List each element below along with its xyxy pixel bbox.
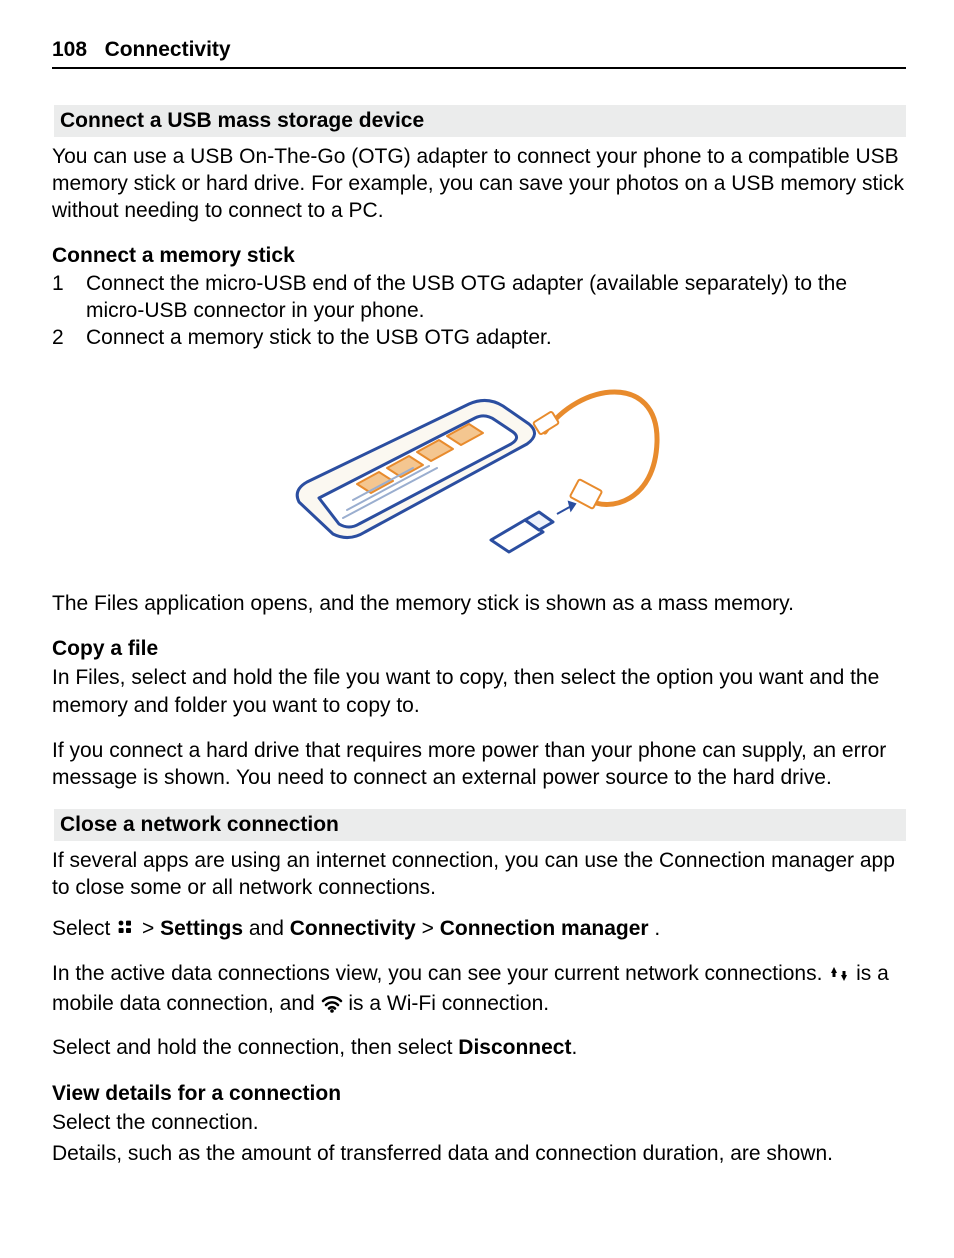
navigation-path: Select > Settings and Connectivity > Con… xyxy=(52,915,906,945)
paragraph: Details, such as the amount of transferr… xyxy=(52,1140,906,1167)
step-list: 1 Connect the micro-USB end of the USB O… xyxy=(52,270,906,352)
manual-page: 108 Connectivity Connect a USB mass stor… xyxy=(0,0,954,1258)
text: > xyxy=(142,917,160,940)
section-title-usb: Connect a USB mass storage device xyxy=(52,105,906,136)
phone-otg-illustration xyxy=(279,362,679,582)
paragraph: Select the connection. xyxy=(52,1109,906,1136)
kw-disconnect: Disconnect xyxy=(458,1036,571,1059)
step-number: 1 xyxy=(52,270,86,297)
paragraph: You can use a USB On-The-Go (OTG) adapte… xyxy=(52,143,906,225)
step-item: 1 Connect the micro-USB end of the USB O… xyxy=(52,270,906,325)
kw-connectivity: Connectivity xyxy=(290,917,416,940)
text: . xyxy=(571,1036,577,1059)
wifi-icon xyxy=(321,993,343,1020)
step-number: 2 xyxy=(52,324,86,351)
mobile-data-icon xyxy=(828,963,850,990)
text: > xyxy=(422,917,440,940)
text: In the active data connections view, you… xyxy=(52,962,828,985)
paragraph: If several apps are using an internet co… xyxy=(52,847,906,902)
step-text: Connect the micro-USB end of the USB OTG… xyxy=(86,270,906,325)
text: Select xyxy=(52,917,116,940)
text: Select and hold the connection, then sel… xyxy=(52,1036,458,1059)
paragraph: If you connect a hard drive that require… xyxy=(52,737,906,792)
subheading-copy-file: Copy a file xyxy=(52,635,906,662)
text: is a Wi-Fi connection. xyxy=(348,992,549,1015)
kw-connection-manager: Connection manager xyxy=(440,917,649,940)
chapter-title: Connectivity xyxy=(105,38,231,61)
illustration-otg xyxy=(52,362,906,582)
subheading-memory-stick: Connect a memory stick xyxy=(52,242,906,269)
running-header: 108 Connectivity xyxy=(52,36,906,69)
step-text: Connect a memory stick to the USB OTG ad… xyxy=(86,324,552,351)
paragraph: In the active data connections view, you… xyxy=(52,960,906,1021)
subheading-view-details: View details for a connection xyxy=(52,1080,906,1107)
menu-grid-icon xyxy=(116,918,136,945)
paragraph: The Files application opens, and the mem… xyxy=(52,590,906,617)
kw-settings: Settings xyxy=(160,917,243,940)
text: and xyxy=(249,917,290,940)
page-number: 108 xyxy=(52,38,87,61)
text: . xyxy=(654,917,660,940)
paragraph: In Files, select and hold the file you w… xyxy=(52,664,906,719)
paragraph: Select and hold the connection, then sel… xyxy=(52,1034,906,1061)
section-title-close-conn: Close a network connection xyxy=(52,809,906,840)
step-item: 2 Connect a memory stick to the USB OTG … xyxy=(52,324,906,351)
